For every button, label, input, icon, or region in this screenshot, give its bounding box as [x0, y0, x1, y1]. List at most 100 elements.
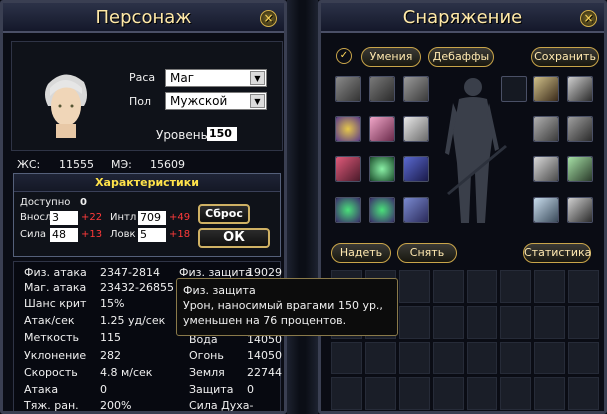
- inventory-slot[interactable]: [568, 270, 599, 303]
- stat-value: 200%: [100, 399, 132, 412]
- race-select[interactable]: Маг ▼: [165, 69, 267, 87]
- stat-label: Физ. атака: [24, 266, 87, 279]
- inventory-slot[interactable]: [500, 377, 532, 410]
- inventory-slot[interactable]: [432, 270, 464, 303]
- slot-ring-1[interactable]: [335, 197, 361, 223]
- slot-book[interactable]: [369, 76, 395, 102]
- inventory-slot[interactable]: [331, 377, 362, 410]
- characteristics-box: Характеристики Доступно 0 Вносл 3 +22 Ин…: [13, 173, 281, 257]
- slot-gloves[interactable]: [567, 116, 593, 142]
- vnsl-value: 3: [50, 211, 78, 225]
- remove-button[interactable]: Снять: [397, 243, 457, 263]
- character-silhouette-icon: [445, 78, 507, 223]
- slot-belt[interactable]: [567, 156, 593, 182]
- inventory-slot[interactable]: [534, 270, 566, 303]
- stat-label: Маг. атака: [24, 281, 87, 294]
- inventory-slot[interactable]: [500, 270, 532, 303]
- stat-label: Атака: [24, 383, 59, 396]
- inventory-slot[interactable]: [568, 377, 599, 410]
- intl-value: 709: [138, 211, 166, 225]
- belt-icon: [568, 157, 592, 181]
- ring-icon: [370, 198, 394, 222]
- def-label: Защита: [189, 383, 234, 396]
- stat-value: 115: [100, 331, 121, 344]
- inventory-slot[interactable]: [568, 341, 599, 375]
- inventory-slot[interactable]: [466, 270, 498, 303]
- avatar: [34, 66, 96, 138]
- close-icon[interactable]: ×: [580, 10, 597, 27]
- gender-select[interactable]: Мужской ▼: [165, 92, 267, 110]
- inventory-slot[interactable]: [398, 270, 430, 303]
- slot-scroll[interactable]: [403, 116, 429, 142]
- tooltip-line: Урон, наносимый врагами 150 ур.,: [183, 299, 383, 312]
- lovk-label: Ловк: [110, 229, 136, 240]
- slot-charm[interactable]: [403, 197, 429, 223]
- inventory-slot[interactable]: [432, 341, 464, 375]
- stat-label: Уклонение: [24, 349, 87, 362]
- hp-value: 11555: [59, 158, 94, 171]
- character-title: Персонаж: [95, 7, 192, 28]
- skills-button[interactable]: Умения: [361, 47, 421, 67]
- inventory-slot[interactable]: [568, 305, 599, 339]
- slot-boots[interactable]: [533, 197, 559, 223]
- slot-ring-2[interactable]: [369, 197, 395, 223]
- slot-wings[interactable]: [403, 76, 429, 102]
- cape-icon: [370, 117, 394, 141]
- inventory-slot[interactable]: [432, 305, 464, 339]
- statistics-button[interactable]: Статистика: [523, 243, 591, 263]
- gender-value: Мужской: [170, 94, 228, 108]
- mp-value: 15609: [150, 158, 185, 171]
- equip-button[interactable]: Надеть: [331, 243, 391, 263]
- inventory-slot[interactable]: [466, 305, 498, 339]
- save-button[interactable]: Сохранить: [531, 47, 599, 67]
- slot-pet[interactable]: [533, 76, 559, 102]
- boots-icon: [534, 198, 558, 222]
- slot-chest[interactable]: [533, 156, 559, 182]
- slot-weapon[interactable]: [567, 76, 593, 102]
- debuffs-button[interactable]: Дебаффы: [428, 47, 494, 67]
- inventory-slot[interactable]: [398, 305, 430, 339]
- gloves-icon: [568, 117, 592, 141]
- chevron-down-icon: ▼: [250, 94, 265, 108]
- paper-icon: [404, 117, 428, 141]
- inventory-slot[interactable]: [331, 341, 362, 375]
- lovk-bonus: +18: [169, 229, 191, 240]
- check-icon[interactable]: ✓: [336, 48, 352, 64]
- inventory-slot[interactable]: [364, 377, 396, 410]
- stat-value: 2347-2814: [100, 266, 160, 279]
- stat-value: 15%: [100, 297, 125, 310]
- inventory-slot[interactable]: [534, 305, 566, 339]
- slot-amulet[interactable]: [335, 116, 361, 142]
- stat-value: 23432-26855: [100, 281, 174, 294]
- potion-icon: [336, 157, 360, 181]
- stat-value: 1.25 уд/сек: [100, 314, 166, 327]
- inventory-slot[interactable]: [364, 341, 396, 375]
- inventory-slot[interactable]: [500, 305, 532, 339]
- available-label: Доступно: [20, 197, 71, 208]
- charm-icon: [404, 198, 428, 222]
- close-icon[interactable]: ×: [260, 10, 277, 27]
- reset-button[interactable]: Сброс: [198, 204, 250, 224]
- slot-cape[interactable]: [369, 116, 395, 142]
- inventory-slot[interactable]: [534, 377, 566, 410]
- slot-gem[interactable]: [369, 156, 395, 182]
- vnsl-bonus: +22: [81, 212, 103, 223]
- slot-rune[interactable]: [403, 156, 429, 182]
- inventory-slot[interactable]: [534, 341, 566, 375]
- stat-value: 4.8 м/сек: [100, 366, 153, 379]
- slot-spear[interactable]: [567, 197, 593, 223]
- inventory-slot[interactable]: [466, 341, 498, 375]
- slot-potion[interactable]: [335, 156, 361, 182]
- stat-value: 0: [100, 383, 107, 396]
- stat-label: Меткость: [24, 331, 79, 344]
- slot-armor[interactable]: [533, 116, 559, 142]
- equipment-panel: Снаряжение × ✓ Умения Дебаффы Сохранить …: [318, 0, 607, 414]
- slot-head[interactable]: [335, 76, 361, 102]
- pet-icon: [534, 77, 558, 101]
- inventory-slot[interactable]: [432, 377, 464, 410]
- inventory-slot[interactable]: [466, 377, 498, 410]
- inventory-slot[interactable]: [398, 341, 430, 375]
- ok-button[interactable]: ОК: [198, 228, 270, 248]
- inventory-slot[interactable]: [500, 341, 532, 375]
- inventory-slot[interactable]: [398, 377, 430, 410]
